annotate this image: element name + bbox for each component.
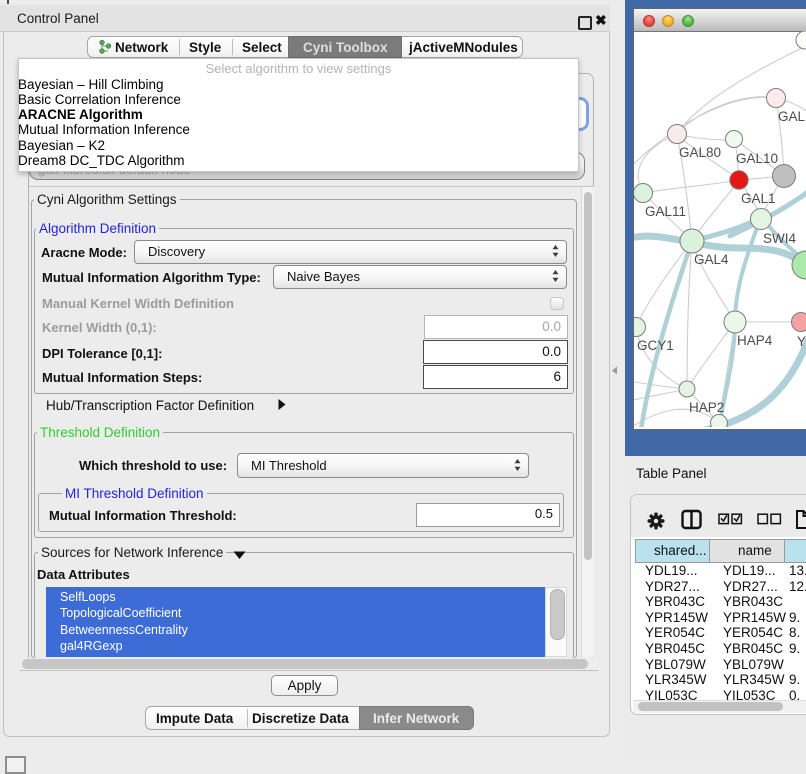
svg-text:HAP2: HAP2 (689, 400, 724, 415)
svg-text:GAL80: GAL80 (679, 145, 721, 160)
svg-text:Y: Y (797, 334, 806, 349)
svg-text:GAL11: GAL11 (645, 204, 686, 219)
svg-text:GAL4: GAL4 (694, 252, 729, 267)
svg-text:GAL: GAL (778, 109, 806, 124)
svg-text:GAL10: GAL10 (736, 151, 778, 166)
svg-text:SWI4: SWI4 (763, 231, 796, 246)
svg-text:GCY1: GCY1 (637, 338, 674, 353)
svg-text:HAP4: HAP4 (737, 333, 773, 348)
svg-text:GAL1: GAL1 (741, 191, 776, 206)
